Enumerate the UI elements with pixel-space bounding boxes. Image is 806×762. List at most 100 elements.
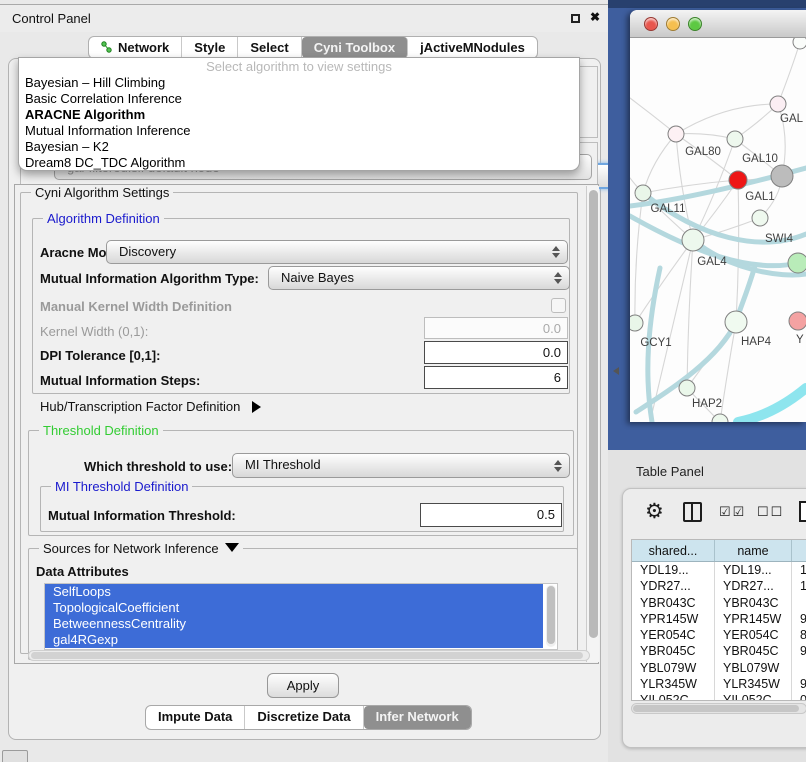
table-header-row: shared...nameA	[632, 540, 806, 562]
scrollbar-thumb[interactable]	[31, 652, 583, 659]
dropdown-item-mutual-information-inference[interactable]: Mutual Information Inference	[19, 123, 579, 139]
close-icon[interactable]: ✖	[590, 10, 600, 24]
network-edge[interactable]	[676, 134, 735, 139]
network-node-swi4[interactable]	[752, 210, 768, 226]
column-header[interactable]: shared...	[632, 540, 715, 561]
network-node-gcy1[interactable]	[630, 315, 643, 331]
group-title: Algorithm Definition	[43, 211, 164, 226]
column-header[interactable]: name	[715, 540, 792, 561]
attribute-item-gal4rgexp[interactable]: gal4RGexp	[45, 632, 543, 648]
attribute-item-topologicalcoefficient[interactable]: TopologicalCoefficient	[45, 600, 543, 616]
columns-icon[interactable]	[683, 502, 702, 522]
table-toolbar: ⚙ ☑☑ ☐☐	[623, 497, 806, 531]
manual-kernel-checkbox[interactable]	[551, 298, 566, 313]
panel-grip-button[interactable]	[2, 750, 28, 762]
node-table[interactable]: shared...nameAYDL19...YDL19...13YDR27...…	[631, 539, 806, 701]
aracne-mode-combobox[interactable]: Discovery	[106, 240, 568, 264]
mi-type-combobox[interactable]: Naive Bayes	[268, 266, 570, 290]
zoom-traffic-light-icon[interactable]	[688, 17, 702, 31]
node-label: GCY1	[640, 337, 671, 349]
network-node-gal[interactable]	[770, 96, 786, 112]
dropdown-item-bayesian-k2[interactable]: Bayesian – K2	[19, 139, 579, 155]
network-edge[interactable]	[778, 42, 800, 104]
table-row[interactable]: YDR27...YDR27...12	[632, 578, 806, 594]
node-label: GAL4	[697, 256, 727, 268]
network-node-hap2[interactable]	[679, 380, 695, 396]
tab-label: Style	[194, 40, 225, 55]
scrollbar-thumb[interactable]	[633, 705, 799, 712]
dropdown-item-bayesian-hill-climbing[interactable]: Bayesian – Hill Climbing	[19, 75, 579, 91]
collapse-down-arrow-icon[interactable]	[225, 543, 239, 552]
tab-discretize-data[interactable]: Discretize Data	[245, 706, 363, 729]
settings-vertical-scrollbar[interactable]	[586, 186, 599, 662]
mi-steps-input[interactable]: 6	[424, 366, 568, 389]
network-edge-highlight[interactable]	[738, 388, 806, 422]
table-row[interactable]: YDL19...YDL19...13	[632, 562, 806, 578]
table-row[interactable]: YPR145WYPR145W9.	[632, 611, 806, 627]
unchecked-pair-icon[interactable]: ☐☐	[757, 504, 784, 520]
top-tab-bar: Network Style SelectCyni ToolboxjActiveMNo…	[88, 36, 538, 59]
network-node-gal1[interactable]	[729, 171, 747, 189]
tab-jactivemnodules[interactable]: jActiveMNodules	[408, 37, 537, 58]
which-threshold-combobox[interactable]: MI Threshold	[232, 453, 570, 478]
network-window-titlebar[interactable]	[630, 10, 806, 38]
tab-infer-network[interactable]: Infer Network	[364, 706, 471, 729]
table-horizontal-scrollbar[interactable]	[631, 703, 806, 714]
tab-select[interactable]: Select	[238, 37, 301, 58]
network-node[interactable]	[712, 414, 728, 422]
tab-cyni-toolbox[interactable]: Cyni Toolbox	[302, 37, 408, 58]
network-node[interactable]	[793, 38, 806, 49]
table-row[interactable]: YBR043CYBR043C	[632, 595, 806, 611]
checked-pair-icon[interactable]: ☑☑	[719, 504, 746, 520]
network-node-gal10[interactable]	[727, 131, 743, 147]
tab-style[interactable]: Style	[182, 37, 238, 58]
network-canvas[interactable]: GALGAL80GAL10GAL1GAL11SWI4GAL4GCY1HAP4YH…	[630, 38, 806, 422]
network-node-y[interactable]	[789, 312, 806, 330]
network-edge[interactable]	[643, 134, 676, 193]
table-row[interactable]: YER054CYER054C8.	[632, 627, 806, 643]
gear-icon[interactable]: ⚙	[645, 499, 664, 524]
network-node[interactable]	[788, 253, 806, 273]
which-threshold-label: Which threshold to use:	[84, 459, 232, 474]
close-traffic-light-icon[interactable]	[644, 17, 658, 31]
minimize-traffic-light-icon[interactable]	[666, 17, 680, 31]
settings-horizontal-scrollbar[interactable]	[28, 650, 590, 661]
attribute-item-selfloops[interactable]: SelfLoops	[45, 584, 543, 600]
data-attributes-list[interactable]: SelfLoopsTopologicalCoefficientBetweenne…	[44, 583, 558, 650]
mi-threshold-input[interactable]: 0.5	[420, 503, 562, 527]
float-icon[interactable]	[571, 14, 580, 23]
kernel-width-input[interactable]: 0.0	[424, 317, 568, 339]
dropdown-item-list: Bayesian – Hill ClimbingBasic Correlatio…	[19, 75, 579, 171]
dpi-tolerance-input[interactable]: 0.0	[424, 341, 568, 364]
collapse-right-arrow-icon[interactable]	[252, 401, 261, 413]
tab-impute-data[interactable]: Impute Data	[146, 706, 245, 729]
network-edge[interactable]	[630, 98, 676, 134]
apply-button[interactable]: Apply	[267, 673, 339, 698]
dropdown-item-basic-correlation-inference[interactable]: Basic Correlation Inference	[19, 91, 579, 107]
tab-network[interactable]: Network	[89, 37, 182, 58]
table-row[interactable]: YLR345WYLR345W9.	[632, 676, 806, 692]
network-edge[interactable]	[676, 104, 778, 134]
column-header[interactable]: A	[792, 540, 806, 561]
network-node-gal80[interactable]	[668, 126, 684, 142]
table-row[interactable]: YBL079WYBL079W	[632, 660, 806, 676]
network-edge[interactable]	[635, 193, 643, 323]
scrollbar-thumb[interactable]	[547, 586, 555, 644]
dropdown-item-aracne-algorithm[interactable]: ARACNE Algorithm	[19, 107, 579, 123]
network-node-gal11[interactable]	[635, 185, 651, 201]
table-row[interactable]: YBR045CYBR045C9.	[632, 643, 806, 659]
network-edge[interactable]	[635, 240, 693, 323]
group-title: Threshold Definition	[39, 423, 163, 438]
network-node[interactable]	[771, 165, 793, 187]
network-edge[interactable]	[736, 180, 739, 322]
dropdown-item-dream8-dc-tdc-algorithm[interactable]: Dream8 DC_TDC Algorithm	[19, 155, 579, 171]
network-node-hap4[interactable]	[725, 311, 747, 333]
network-node-gal4[interactable]	[682, 229, 704, 251]
spinner-arrows-icon	[551, 454, 565, 477]
attributes-scrollbar[interactable]	[546, 585, 556, 647]
table-row[interactable]: YIL052CYIL052C0.	[632, 692, 806, 701]
attribute-item-betweennesscentrality[interactable]: BetweennessCentrality	[45, 616, 543, 632]
document-icon[interactable]	[799, 501, 806, 522]
scrollbar-thumb[interactable]	[589, 190, 598, 638]
hub-definition-section[interactable]: Hub/Transcription Factor Definition	[40, 399, 261, 414]
